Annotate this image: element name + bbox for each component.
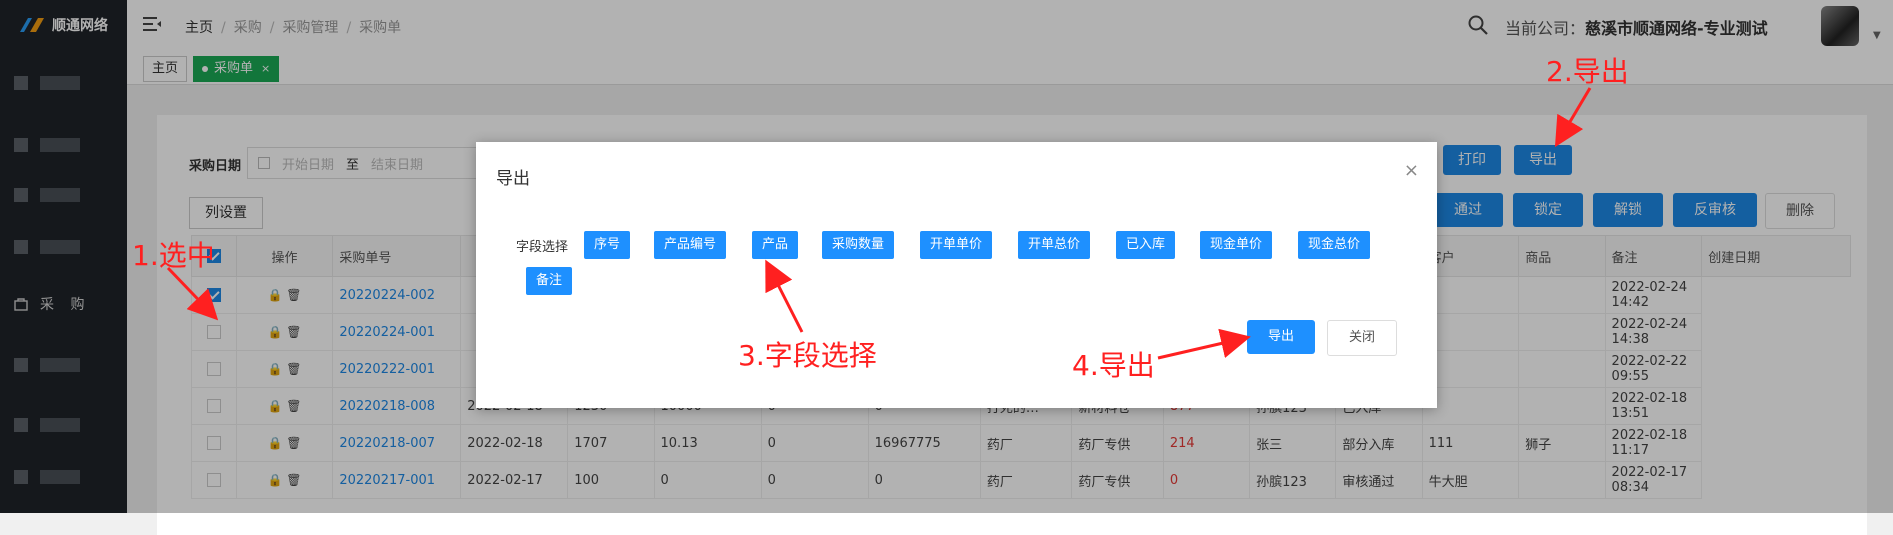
annotation-arrow-1 <box>166 266 219 321</box>
annotation-field-select: 3.字段选择 <box>738 339 877 372</box>
annotation-arrow-4 <box>1157 328 1251 360</box>
annotation-arrow-2 <box>1554 87 1592 148</box>
annotation-select: 1.选中 <box>132 239 215 272</box>
annotation-export: 2.导出 <box>1546 55 1629 88</box>
annotation-dialog-export: 4.导出 <box>1072 349 1155 382</box>
annotation-arrow-3 <box>765 259 804 333</box>
